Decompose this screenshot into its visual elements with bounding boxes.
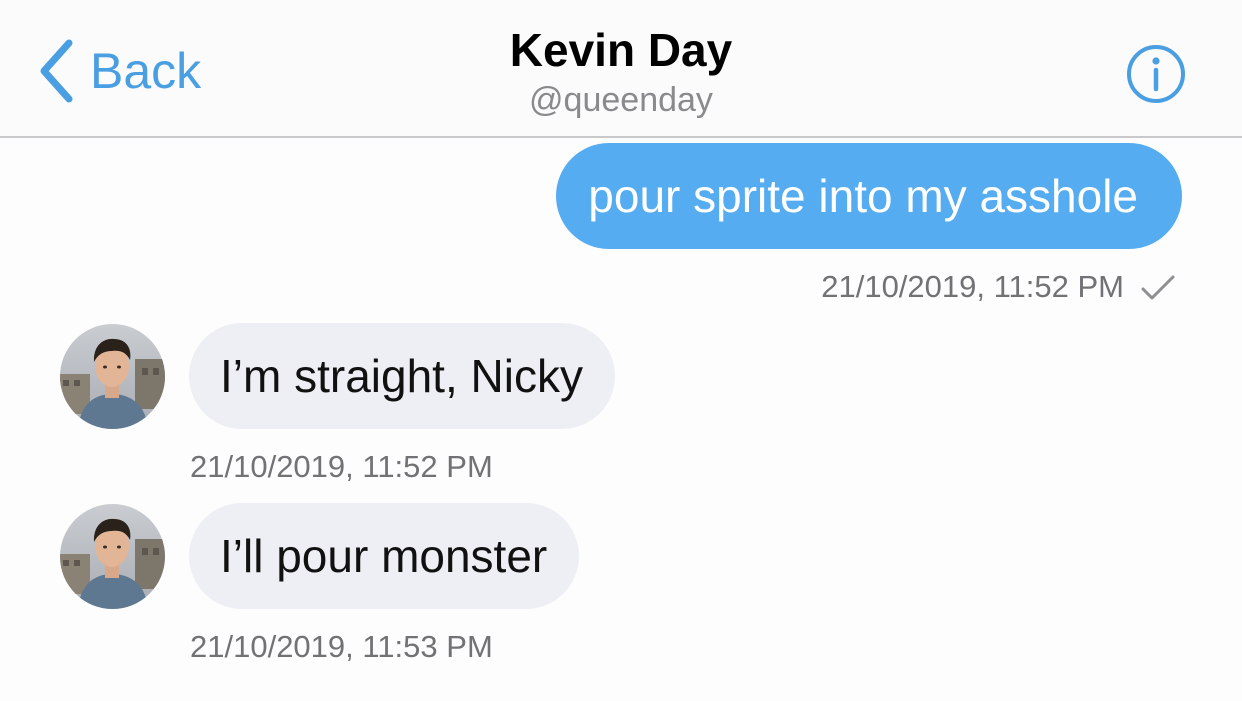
incoming-message-bubble[interactable]: I’m straight, Nicky [189, 323, 615, 429]
outgoing-message-bubble[interactable]: pour sprite into my asshole [556, 143, 1182, 249]
message-timestamp: 21/10/2019, 11:53 PM [190, 629, 493, 664]
message-text: I’m straight, Nicky [220, 350, 583, 402]
chat-screen: Back Kevin Day @queenday pour sprite int… [0, 0, 1242, 701]
contact-handle: @queenday [529, 81, 713, 119]
message-text: pour sprite into my asshole [588, 170, 1138, 222]
info-button[interactable] [1126, 44, 1185, 103]
checkmark-icon [1141, 275, 1175, 300]
navigation-bar: Back Kevin Day @queenday [0, 0, 1242, 138]
avatar[interactable] [60, 324, 165, 429]
message-timestamp: 21/10/2019, 11:52 PM [821, 269, 1124, 304]
conversation-title-block: Kevin Day @queenday [0, 22, 1242, 122]
incoming-message-bubble[interactable]: I’ll pour monster [189, 503, 580, 609]
info-icon [1127, 45, 1185, 103]
contact-name: Kevin Day [509, 24, 733, 76]
avatar[interactable] [60, 504, 165, 609]
message-timestamp: 21/10/2019, 11:52 PM [190, 449, 493, 484]
message-text: I’ll pour monster [220, 530, 548, 582]
